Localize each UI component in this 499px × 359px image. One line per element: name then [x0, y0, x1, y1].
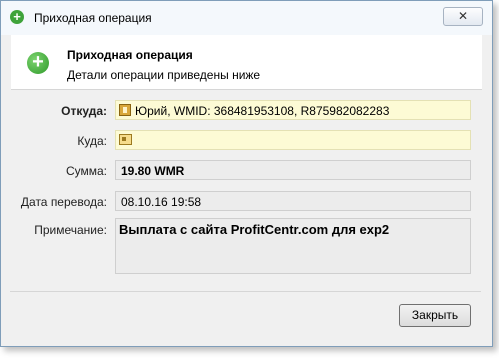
plus-circle-icon: +	[27, 52, 49, 74]
window-close-button[interactable]: ✕	[443, 7, 483, 26]
plus-circle-icon: +	[10, 10, 24, 24]
from-field[interactable]: Юрий, WMID: 368481953108, R875982082283	[115, 100, 471, 120]
note-field: Выплата с сайта ProfitCentr.com для exp2	[115, 218, 471, 274]
date-value: 08.10.16 19:58	[121, 195, 202, 209]
to-label: Куда:	[77, 134, 107, 148]
wm-passport-icon	[119, 104, 131, 116]
amount-label: Сумма:	[65, 164, 107, 178]
to-field[interactable]	[115, 130, 471, 150]
header-title: Приходная операция	[67, 48, 193, 62]
wm-card-icon	[119, 134, 132, 145]
dialog-header: + Приходная операция Детали операции при…	[11, 35, 482, 90]
window-title: Приходная операция	[34, 11, 152, 25]
footer-divider	[10, 291, 481, 292]
from-label: Откуда:	[61, 104, 107, 118]
from-value: Юрий, WMID: 368481953108, R875982082283	[135, 104, 390, 118]
close-button[interactable]: Закрыть	[399, 304, 471, 327]
amount-value: 19.80 WMR	[121, 164, 185, 178]
date-label: Дата перевода:	[20, 195, 107, 209]
date-field: 08.10.16 19:58	[115, 191, 471, 211]
note-label: Примечание:	[34, 223, 107, 237]
title-bar: + Приходная операция ✕	[1, 1, 492, 35]
header-subtitle: Детали операции приведены ниже	[67, 68, 261, 82]
note-value: Выплата с сайта ProfitCentr.com для exp2	[119, 222, 390, 237]
amount-field: 19.80 WMR	[115, 160, 471, 180]
